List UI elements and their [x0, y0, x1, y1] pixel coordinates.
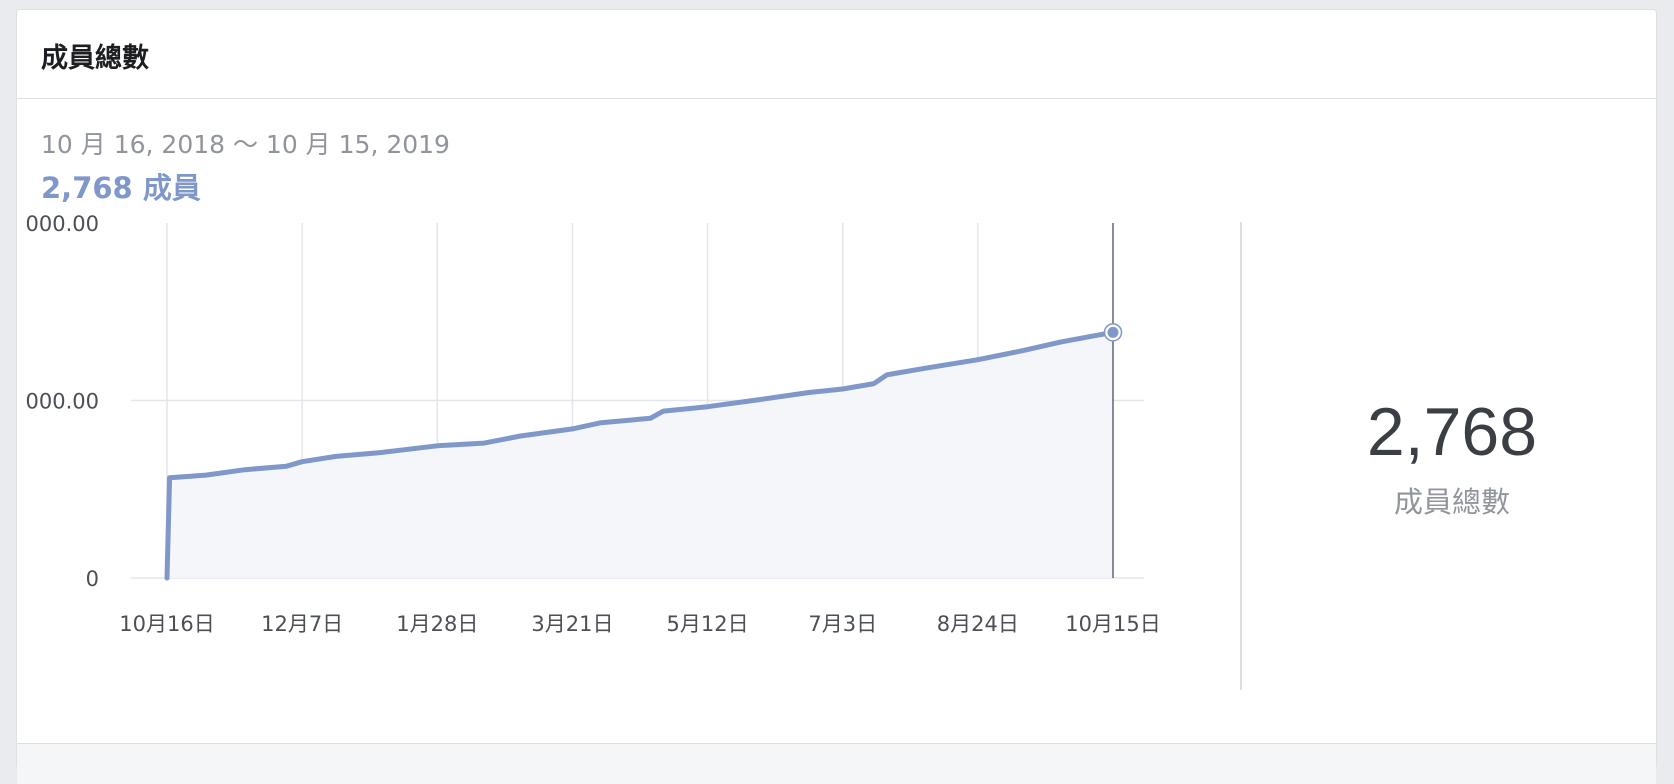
y-axis-labels: 000.00 000.00 0	[26, 212, 99, 591]
x-tick-label: 1月28日	[396, 612, 478, 636]
x-axis-labels: 10月16日 12月7日 1月28日 3月21日 5月12日 7月3日 8月24日 10月15…	[119, 612, 1160, 636]
x-tick-label: 7月3日	[808, 612, 877, 636]
x-tick-label: 3月21日	[531, 612, 613, 636]
chart-divider	[1240, 222, 1242, 690]
y-tick-label: 000.00	[26, 390, 99, 414]
y-tick-label: 000.00	[26, 212, 99, 236]
chart-area-fill	[167, 332, 1113, 578]
member-count-chart[interactable]: 000.00 000.00 0 10月16日 12月7日 1月28日 3月21日 5月12日…	[17, 10, 1237, 690]
x-tick-label: 10月16日	[119, 612, 214, 636]
x-tick-label: 8月24日	[937, 612, 1019, 636]
summary-label: 成員總數	[1393, 485, 1510, 519]
x-tick-label: 10月15日	[1065, 612, 1160, 636]
member-count-card: 成員總數 10 月 16, 2018 ～ 10 月 15, 2019 2,768…	[16, 9, 1657, 784]
x-tick-label: 12月7日	[261, 612, 343, 636]
chart-highlight-point[interactable]	[1104, 323, 1122, 341]
summary-value: 2,768	[1366, 394, 1538, 470]
y-tick-label: 0	[86, 567, 99, 591]
card-footer	[17, 743, 1656, 784]
x-tick-label: 5月12日	[667, 612, 749, 636]
